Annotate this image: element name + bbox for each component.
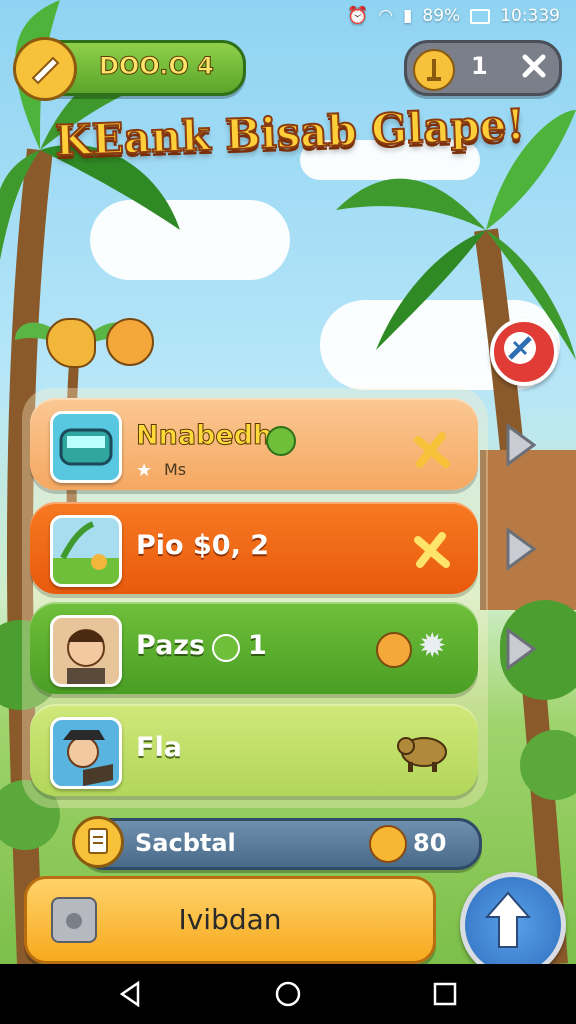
swords-icon [504,332,536,364]
chevron-right-icon[interactable] [500,626,540,672]
bus-thumbnail [50,411,122,483]
hedgehog-creature [106,318,154,366]
home-icon[interactable] [273,979,303,1009]
coin-value: DOO.O 4 [99,52,215,81]
check-badge-icon [212,634,240,662]
compass-button[interactable] [490,318,558,386]
key-icon [413,49,455,91]
star-icon: ★ [136,460,153,481]
monster-icon [376,632,412,668]
signal-icon: ▮ [403,6,413,26]
alarm-icon: ⏰ [347,6,369,26]
list-item[interactable]: Pazs 1 ✹ [30,602,478,694]
list-item[interactable]: Fla [30,704,478,796]
key-count: 1 [471,52,488,80]
list-item-name: Pazs [136,630,206,661]
list-item-name: Fla [136,732,182,763]
list-item-name: Nnabedh [135,420,273,452]
list-item-count: 1 [248,630,267,661]
list-item[interactable]: Nnabedh ★ Ms [30,398,478,490]
back-icon[interactable] [116,979,146,1009]
chevron-right-icon[interactable] [500,526,540,572]
navigation-bar [0,964,576,1024]
list-item-name: Pio $0, 2 [136,530,270,561]
battery-text: 89% [422,6,461,26]
upload-button[interactable] [460,872,566,978]
action-button-label: Ivibdan [178,903,282,936]
cow-icon [397,737,447,772]
hammer-icon [414,432,450,468]
avatar [50,615,122,687]
battery-icon [470,8,491,24]
clock: 10:339 [500,6,560,26]
receipt-icon [72,816,124,868]
list-item[interactable]: Pio $0, 2 [30,502,478,594]
sun-monster-icon [369,825,407,863]
key-counter: 1 [404,40,562,96]
avatar [50,717,122,789]
coin-counter[interactable]: DOO.O 4 [13,37,246,101]
status-bar: ⏰ ◠ ▮ 89% 10:339 [0,0,576,34]
subtotal-value: 80 [413,829,447,857]
list-item-sub: Ms [164,460,187,479]
chevron-right-icon[interactable] [500,422,540,468]
hammer-icon [414,532,450,568]
bird-creature [46,318,96,368]
recents-icon[interactable] [430,979,460,1009]
action-button[interactable]: Ivibdan [24,876,436,964]
close-icon [522,54,546,78]
close-button[interactable] [515,47,553,85]
wifi-icon: ◠ [378,6,394,26]
check-badge-icon [266,426,296,456]
subtotal-bar: Sacbtal 80 [80,818,482,870]
pencil-icon [13,37,77,101]
subtotal-label: Sacbtal [135,829,236,857]
jungle-thumbnail [50,515,122,587]
arrow-up-icon [484,891,532,948]
gear-star-icon: ✹ [418,626,447,666]
